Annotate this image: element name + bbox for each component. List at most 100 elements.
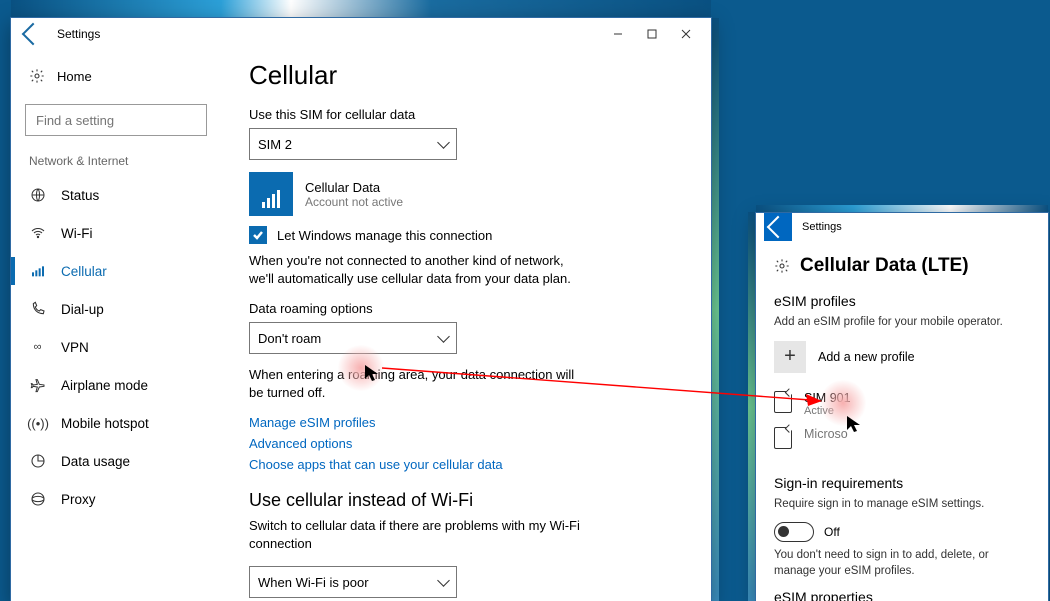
nav-list: Status Wi-Fi Cellular Dial-up ∞ VPN Airpl… (11, 176, 221, 518)
add-profile-row[interactable]: + Add a new profile (774, 341, 1030, 373)
sim-select-value: SIM 2 (258, 137, 292, 152)
desktop-wallpaper-side-2 (748, 212, 755, 601)
maximize-button[interactable] (635, 20, 669, 48)
desktop-wallpaper-strip (11, 0, 711, 17)
nav-hotspot[interactable]: ((•)) Mobile hotspot (11, 404, 221, 442)
nav-status[interactable]: Status (11, 176, 221, 214)
chevron-down-icon (437, 136, 450, 149)
add-profile-label: Add a new profile (818, 350, 915, 364)
nav-wifi[interactable]: Wi-Fi (11, 214, 221, 252)
minimize-button[interactable] (601, 20, 635, 48)
back-button[interactable] (19, 20, 47, 48)
globe-icon (29, 186, 47, 204)
nav-label: VPN (61, 340, 89, 355)
phone-icon (29, 300, 47, 318)
window-title: Settings (57, 27, 100, 41)
page-heading: Cellular (249, 60, 687, 91)
datausage-icon (29, 452, 47, 470)
profile-status: Active (804, 405, 851, 417)
titlebar: Settings (756, 213, 1048, 241)
manage-connection-desc: When you're not connected to another kin… (249, 252, 589, 287)
signin-req-desc: Require sign in to manage eSIM settings. (774, 497, 1030, 513)
signin-req-desc2: You don't need to sign in to add, delete… (774, 548, 1030, 579)
esim-profile-item[interactable]: Microso (774, 427, 1030, 449)
wifi-fallback-desc1: Switch to cellular data if there are pro… (249, 517, 589, 552)
sidebar: Home Network & Internet Status Wi-Fi Cel… (11, 50, 221, 601)
content-pane: Cellular Use this SIM for cellular data … (221, 50, 711, 601)
choose-apps-link[interactable]: Choose apps that can use your cellular d… (249, 457, 687, 472)
nav-datausage[interactable]: Data usage (11, 442, 221, 480)
advanced-options-link[interactable]: Advanced options (249, 436, 687, 451)
wifi-icon (29, 224, 47, 242)
roaming-value: Don't roam (258, 331, 321, 346)
nav-label: Proxy (61, 492, 96, 507)
nav-airplane[interactable]: Airplane mode (11, 366, 221, 404)
tile-title: Cellular Data (305, 180, 403, 195)
page-heading: Cellular Data (LTE) (774, 255, 1030, 277)
sim-select-label: Use this SIM for cellular data (249, 107, 687, 122)
profile-name: SIM 901 (804, 391, 851, 405)
nav-label: Mobile hotspot (61, 416, 149, 431)
settings-window-esim: Settings Cellular Data (LTE) eSIM profil… (755, 212, 1049, 601)
checkbox-checked-icon (249, 226, 267, 244)
nav-label: Wi-Fi (61, 226, 92, 241)
roaming-desc: When entering a roaming area, your data … (249, 366, 589, 401)
nav-label: Airplane mode (61, 378, 148, 393)
arrow-left-icon (767, 216, 790, 239)
toggle-label: Off (824, 525, 840, 539)
tile-subtitle: Account not active (305, 195, 403, 209)
wifi-fallback-select[interactable]: When Wi-Fi is poor (249, 566, 457, 598)
section-label: Network & Internet (11, 150, 221, 176)
sim-select[interactable]: SIM 2 (249, 128, 457, 160)
roaming-label: Data roaming options (249, 301, 687, 316)
roaming-select[interactable]: Don't roam (249, 322, 457, 354)
plus-icon: + (774, 341, 806, 373)
airplane-icon (29, 376, 47, 394)
desktop-wallpaper-strip-2 (756, 205, 1048, 212)
cellular-icon (29, 262, 47, 280)
esim-properties-heading: eSIM properties (774, 589, 1030, 601)
nav-label: Status (61, 188, 99, 203)
signin-req-heading: Sign-in requirements (774, 475, 1030, 491)
settings-window-main: Settings Home Network & Internet Sta (10, 17, 712, 601)
nav-label: Data usage (61, 454, 130, 469)
nav-dialup[interactable]: Dial-up (11, 290, 221, 328)
esim-profile-item[interactable]: SIM 901 Active (774, 391, 1030, 417)
vpn-icon: ∞ (29, 338, 47, 356)
nav-vpn[interactable]: ∞ VPN (11, 328, 221, 366)
page-heading-text: Cellular Data (LTE) (800, 255, 969, 277)
nav-label: Cellular (61, 264, 107, 279)
home-label: Home (57, 69, 92, 84)
nav-proxy[interactable]: Proxy (11, 480, 221, 518)
manage-connection-checkbox-row[interactable]: Let Windows manage this connection (249, 226, 687, 244)
search-box[interactable] (25, 104, 207, 136)
titlebar: Settings (11, 18, 711, 50)
signal-tile-icon (249, 172, 293, 216)
esim-profiles-heading: eSIM profiles (774, 293, 1030, 309)
close-button[interactable] (669, 20, 703, 48)
gear-icon (774, 258, 790, 274)
sim-card-icon (774, 427, 792, 449)
window-title: Settings (802, 221, 842, 233)
gear-icon (29, 68, 45, 84)
sim-card-icon (774, 391, 792, 413)
arrow-left-icon (22, 23, 45, 46)
desktop-wallpaper-side (712, 18, 719, 601)
checkbox-label: Let Windows manage this connection (277, 228, 492, 243)
signin-toggle[interactable]: Off (774, 522, 1030, 542)
nav-label: Dial-up (61, 302, 104, 317)
search-input[interactable] (34, 112, 214, 129)
cellular-data-tile[interactable]: Cellular Data Account not active (249, 172, 687, 216)
profile-name: Microso (804, 427, 848, 441)
toggle-off-icon (774, 522, 814, 542)
hotspot-icon: ((•)) (29, 414, 47, 432)
nav-cellular[interactable]: Cellular (11, 252, 221, 290)
wifi-fallback-value: When Wi-Fi is poor (258, 575, 369, 590)
esim-profiles-desc: Add an eSIM profile for your mobile oper… (774, 315, 1030, 331)
proxy-icon (29, 490, 47, 508)
back-button[interactable] (764, 213, 792, 241)
manage-esim-link[interactable]: Manage eSIM profiles (249, 415, 687, 430)
home-nav[interactable]: Home (11, 58, 221, 94)
wifi-fallback-heading: Use cellular instead of Wi-Fi (249, 490, 687, 511)
chevron-down-icon (437, 330, 450, 343)
